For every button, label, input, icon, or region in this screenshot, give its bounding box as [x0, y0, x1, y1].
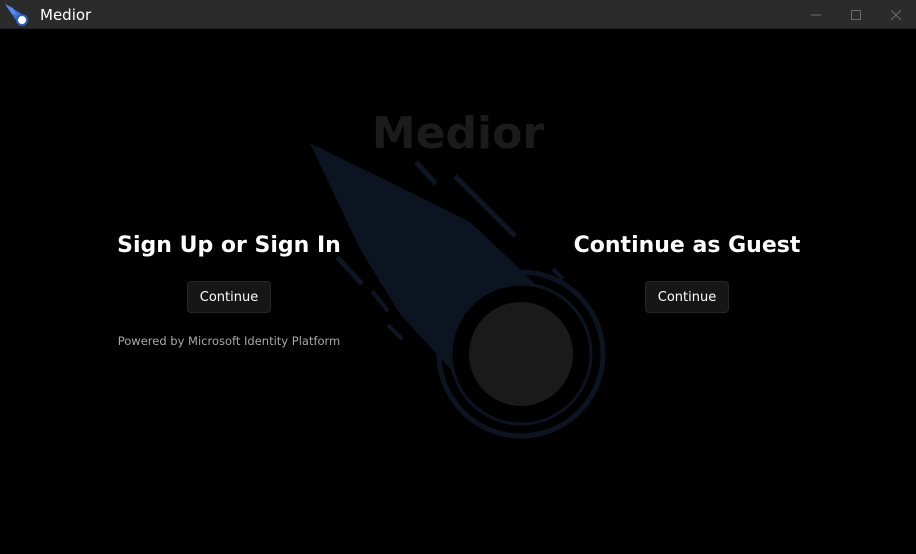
background-logo-text: Medior: [371, 108, 545, 159]
guest-continue-button[interactable]: Continue: [644, 281, 730, 313]
powered-by-label: Powered by Microsoft Identity Platform: [117, 334, 341, 348]
maximize-icon: [851, 9, 861, 20]
window-title: Medior: [40, 6, 92, 24]
sign-in-continue-button[interactable]: Continue: [186, 281, 272, 313]
comet-icon: [3, 2, 31, 28]
app-window: Medior Medior Sign Up or Sign In Continu…: [0, 0, 916, 554]
close-button[interactable]: [876, 0, 916, 29]
main-content: Medior Sign Up or Sign In Continue Power…: [0, 29, 916, 554]
sign-in-heading: Sign Up or Sign In: [117, 233, 341, 258]
title-bar[interactable]: Medior: [0, 0, 916, 29]
sign-in-panel: Sign Up or Sign In Continue Powered by M…: [79, 229, 379, 349]
close-icon: [891, 9, 901, 20]
guest-panel: Continue as Guest Continue: [537, 229, 837, 313]
minimize-button[interactable]: [796, 0, 836, 29]
minimize-icon: [811, 10, 821, 20]
maximize-button[interactable]: [836, 0, 876, 29]
guest-heading: Continue as Guest: [573, 233, 801, 258]
